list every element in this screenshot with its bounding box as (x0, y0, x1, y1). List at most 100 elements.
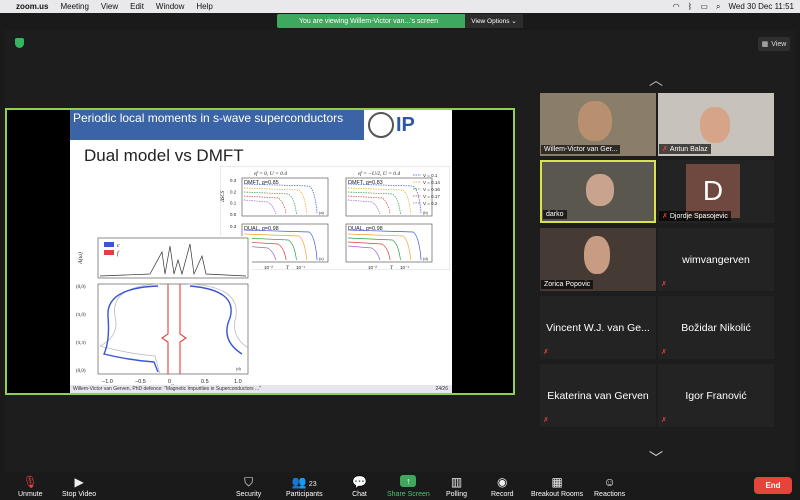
share-screen-button[interactable]: ↑ Share Screen (387, 475, 430, 498)
mic-muted-icon: ✗ (661, 281, 667, 288)
shared-screen[interactable]: Periodic local moments in s-wave superco… (5, 108, 515, 395)
slide-title: Dual model vs DMFT (84, 146, 244, 165)
menu-app-name[interactable]: zoom.us (16, 2, 48, 11)
chart-y-axis-label: ΔSCS (221, 190, 226, 203)
reactions-button[interactable]: ☺ Reactions (594, 475, 625, 498)
chart-panel-tag: (b) (423, 210, 429, 215)
chat-button[interactable]: 💬 Chat (352, 475, 367, 498)
menu-view[interactable]: View (101, 2, 118, 11)
menu-help[interactable]: Help (196, 2, 212, 11)
chart-y-tick-label: 0.2 (230, 189, 237, 194)
slide-footer-text: Willem-Victor van Gerven, PhD defence: "… (73, 386, 261, 392)
record-button[interactable]: ◉ Record (491, 475, 514, 498)
wifi-icon[interactable]: ◠ (673, 2, 680, 11)
university-seal-icon (368, 112, 394, 138)
chart-panel-label: DMFT, g=0.85 (244, 180, 279, 186)
view-button-label: View (771, 40, 787, 48)
view-button[interactable]: ▦ View (758, 37, 790, 51)
chart-legend-label: V = 0.1 (423, 173, 438, 178)
menu-window[interactable]: Window (156, 2, 184, 11)
mic-muted-icon: ✗ (661, 349, 667, 356)
spectral-function-chart: A(ω)cf(0,0)(π,0)(π,π)(0,0)−1.0 −0.5 0 0.5 1.… (70, 236, 252, 386)
mic-muted-icon: 🎙 (22, 475, 38, 489)
mic-muted-icon: ✗ (661, 417, 667, 424)
chart-y-tick-label: (π,π) (76, 341, 86, 346)
participant-video (578, 101, 612, 141)
viewing-banner: You are viewing Willem-Victor van...'s s… (277, 14, 523, 28)
participant-video (586, 174, 614, 206)
participant-name: Igor Franović (685, 389, 747, 402)
participants-icon: 👥 23 (291, 475, 317, 489)
participant-name: darko (543, 210, 567, 219)
participant-video (700, 107, 730, 143)
participant-tile-igor[interactable]: Igor Franović ✗ (658, 364, 774, 427)
chart-y-tick-label: 0.3 (230, 224, 237, 229)
chart-y-tick-label: (0,0) (76, 369, 86, 374)
breakout-rooms-label: Breakout Rooms (531, 491, 584, 498)
participant-tile-wimvangerven[interactable]: wimvangerven ✗ (658, 228, 774, 291)
dmft-dual-chart: DMFT, g=0.85 (a) εf = 0, U = 0.4 0.3 0.2 0.1 0… (220, 166, 450, 270)
chart-panel-label: DMFT, g=0.83 (348, 180, 383, 186)
chart-legend-label: V = 0.14 (423, 180, 440, 185)
record-icon: ◉ (497, 475, 508, 489)
participant-tile-darko[interactable]: darko (540, 160, 656, 223)
encryption-shield-icon[interactable] (15, 38, 24, 48)
menubar-clock[interactable]: Wed 30 Dec 11:51 (728, 2, 794, 11)
zoom-window: ▦ View Periodic local moments in s-wave … (4, 30, 796, 472)
security-label: Security (236, 491, 262, 498)
chart-x-tick-label: 10⁻² (368, 265, 377, 270)
chart-panel-tag: (d) (236, 366, 242, 371)
scroll-down-chevron-icon[interactable]: ﹀ (649, 448, 663, 468)
chart-panel-header: εf = −U/2, U = 0.4 (358, 170, 400, 177)
scroll-up-chevron-icon[interactable]: ︿ (649, 70, 663, 90)
ipb-logo: IP (396, 114, 415, 136)
mac-menubar: zoom.us Meeting View Edit Window Help ◠ … (0, 0, 800, 13)
bluetooth-icon[interactable]: ᛒ (688, 2, 693, 11)
breakout-rooms-icon: ▦ (551, 475, 563, 489)
menu-edit[interactable]: Edit (130, 2, 144, 11)
participant-tile-djordje[interactable]: D ✗ Djordje Spasojevic (658, 160, 774, 223)
polling-button[interactable]: ▥ Polling (446, 475, 467, 498)
view-options-button[interactable]: View Options ⌄ (465, 14, 523, 28)
chart-legend-label: c (117, 243, 120, 249)
participant-tile-willem[interactable]: Willem-Victor van Ger... (540, 93, 656, 156)
share-screen-label: Share Screen (387, 491, 430, 498)
chart-x-tick-label: 10⁻¹ (400, 265, 409, 270)
search-icon[interactable]: ⌕ (716, 2, 720, 12)
participant-tile-ekaterina[interactable]: Ekaterina van Gerven ✗ (540, 364, 656, 427)
chart-x-tick-label: 10⁻¹ (296, 265, 305, 270)
chart-legend-label: V = 0.16 (423, 187, 440, 192)
shield-icon: ⛉ (244, 475, 254, 489)
chart-legend-swatch (104, 250, 114, 255)
participant-video (584, 236, 610, 274)
presentation-slide: Periodic local moments in s-wave superco… (70, 110, 452, 393)
chart-y-tick-label: 0.3 (230, 178, 237, 183)
end-meeting-button[interactable]: End (754, 477, 792, 494)
security-button[interactable]: ⛉ Security (236, 475, 261, 498)
chart-y-axis-label: A(ω) (77, 252, 84, 265)
stop-video-button[interactable]: ▶ Stop Video (62, 475, 96, 498)
chart-legend-swatch (104, 242, 114, 247)
breakout-rooms-button[interactable]: ▦ Breakout Rooms (531, 475, 583, 498)
mic-muted-icon: ✗ (662, 146, 668, 153)
participant-name: Vincent W.J. van Ge... (546, 321, 650, 334)
slide-header-text: Periodic local moments in s-wave superco… (73, 111, 344, 125)
battery-icon[interactable]: ▭ (700, 2, 708, 11)
menu-meeting[interactable]: Meeting (60, 2, 88, 11)
record-label: Record (491, 491, 514, 498)
chart-y-tick-label: (π,0) (76, 313, 86, 318)
stop-video-label: Stop Video (62, 491, 97, 498)
unmute-button[interactable]: 🎙 Unmute (18, 475, 43, 498)
chart-legend-label: V = 0.17 (423, 194, 440, 199)
chart-y-tick-label: 0.1 (230, 201, 237, 206)
polling-icon: ▥ (450, 475, 463, 489)
participant-tile-antun[interactable]: ✗ Antun Balaz (658, 93, 774, 156)
participants-button[interactable]: 👥 23 Participants (286, 475, 323, 498)
participant-tile-bozidar[interactable]: Božidar Nikolić ✗ (658, 296, 774, 359)
participant-tile-vincent[interactable]: Vincent W.J. van Ge... ✗ (540, 296, 656, 359)
mic-muted-icon: ✗ (543, 417, 549, 424)
participant-tile-zorica[interactable]: Zorica Popovic (540, 228, 656, 291)
mic-muted-icon: ✗ (662, 213, 668, 220)
chat-label: Chat (352, 491, 367, 498)
share-screen-icon: ↑ (400, 475, 417, 487)
